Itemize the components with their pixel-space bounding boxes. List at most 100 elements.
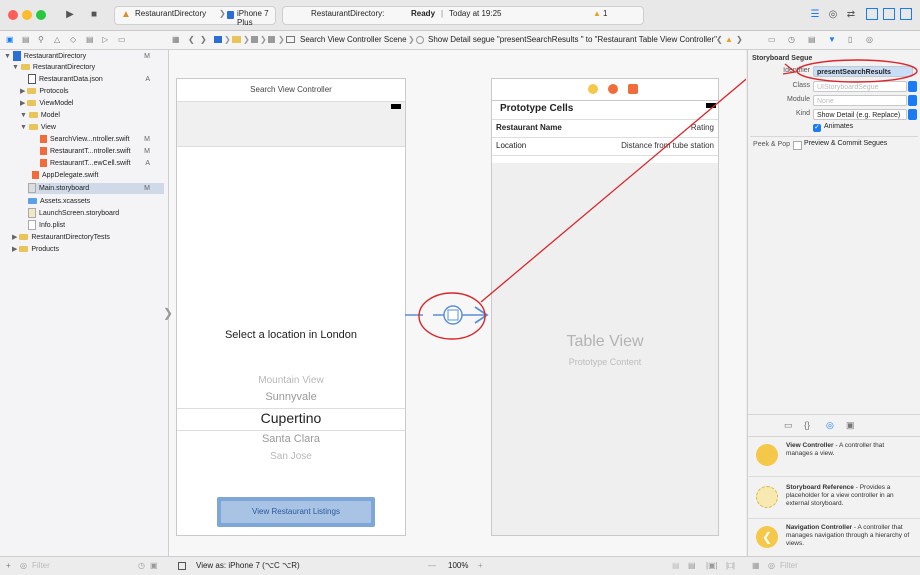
zoom-level[interactable]: 100% [448,560,468,572]
kind-select[interactable]: Show Detail (e.g. Replace) [813,109,907,120]
navigator-filter-input[interactable]: Filter [32,560,50,572]
view-controller-icon [756,444,778,466]
nav-item[interactable]: ▶ Protocols [20,86,164,97]
warning-icon[interactable]: ▲ [593,9,601,18]
folder-crumb-icon[interactable] [232,36,241,43]
nav-item[interactable]: RestaurantData.json A [28,74,164,85]
utilities-toggle-icon[interactable] [900,8,912,20]
scheme-selector[interactable]: ▲ RestaurantDirectory ❯ iPhone 7 Plus [114,6,276,27]
module-field[interactable]: None [813,95,907,106]
scm-filter-icon[interactable]: ▣ [150,560,158,572]
zoom-out-button[interactable]: — [428,560,436,572]
jump-bar: ▣ ▤ ⚲ △ ◇ ▤ ▷ ▭ ▦ ❮ ❯ ❯ ❯ ❯ ❯ Search Vie… [0,31,920,50]
project-crumb-icon[interactable] [214,36,222,43]
version-editor-icon[interactable]: ⇄ [844,8,858,22]
navigation-controller-icon: ❮ [756,526,778,548]
minimize-window-button[interactable] [22,10,32,20]
file-crumb-icon[interactable] [268,36,275,43]
nav-item-label: SearchView...ntroller.swift [50,136,130,143]
debug-navigator-icon[interactable]: ▤ [86,34,94,46]
nav-item-status: A [145,76,150,83]
view-as-device[interactable]: View as: iPhone 7 (⌥C ⌥R) [196,560,300,572]
zoom-window-button[interactable] [36,10,46,20]
peek-checkbox[interactable] [793,141,802,150]
close-window-button[interactable] [8,10,18,20]
chevron-right-icon: ❯ [219,9,226,18]
forward-icon[interactable]: ❯ [200,34,207,46]
grid-view-icon[interactable]: ▦ [752,560,760,572]
nav-item[interactable]: ▶ Products [12,244,164,255]
symbol-navigator-icon[interactable]: ▤ [22,34,30,46]
library-filter-input[interactable]: Filter [780,560,798,572]
identity-inspector-icon[interactable]: ▤ [808,34,816,46]
nav-item-label: Model [40,112,60,119]
nav-item[interactable]: SearchView...ntroller.swift M [40,134,164,145]
nav-item-status: M [144,53,150,60]
nav-item[interactable]: RestaurantT...ewCell.swift A [40,158,164,169]
nav-item[interactable]: ▶ RestaurantDirectoryTests [12,232,164,243]
breadcrumb-scene[interactable]: Search View Controller Scene [300,34,407,46]
stack-icon[interactable]: ▤ [688,560,696,572]
back-icon[interactable]: ❮ [188,34,195,46]
nav-item-label: RestaurantDirectory [32,64,96,71]
update-frames-icon[interactable]: ▤ [672,560,680,572]
pin-icon[interactable]: |□| [726,560,735,572]
kind-dropdown-icon[interactable] [908,109,917,120]
library-item-text: Storyboard Reference - Provides a placeh… [786,484,894,507]
library-filter-icon: ◎ [768,561,775,570]
issue-warning-icon[interactable]: ▲ [725,34,733,46]
file-template-icon[interactable]: ▭ [784,420,793,431]
document-outline-toggle-icon[interactable] [178,562,186,570]
module-dropdown-icon[interactable] [908,95,917,106]
media-library-icon[interactable]: ▣ [846,420,855,431]
add-file-icon[interactable]: + [6,560,11,572]
animates-checkbox[interactable]: ✓ [813,124,821,132]
align-icon[interactable]: |▣| [706,560,718,572]
code-snippet-icon[interactable]: {} [804,420,810,430]
issue-navigator-icon[interactable]: △ [54,34,60,46]
test-navigator-icon[interactable]: ◇ [70,34,76,46]
object-library-icon[interactable]: ◎ [826,420,834,431]
nav-item[interactable]: Info.plist [28,220,164,231]
storyboard-canvas[interactable]: Search View Controller Select a location… [163,50,746,556]
stop-icon[interactable]: ■ [88,8,100,22]
project-navigator-icon[interactable]: ▣ [6,34,14,46]
nav-item[interactable]: ▶ ViewModel [20,98,164,109]
animates-label: Animates [824,123,854,130]
attributes-inspector-icon[interactable]: ▼ [828,34,836,46]
storyboard-crumb-icon[interactable] [251,36,258,43]
zoom-in-button[interactable]: + [478,560,483,572]
nav-item[interactable]: ▼ RestaurantDirectory [12,62,164,73]
nav-item-status: M [144,185,150,192]
nav-item[interactable]: ▼ RestaurantDirectory M [4,51,164,62]
next-issue-icon[interactable]: ❯ [736,34,743,46]
recent-files-icon[interactable]: ◷ [138,560,145,572]
standard-editor-icon[interactable]: ☰ [808,8,822,22]
nav-item[interactable]: Assets.xcassets [28,196,164,207]
nav-item[interactable]: LaunchScreen.storyboard [28,208,164,219]
nav-item[interactable]: ▼ Model [20,110,164,121]
segue-icon[interactable] [443,305,463,325]
related-items-icon[interactable]: ▦ [172,34,180,46]
peek-value: Preview & Commit Segues [804,140,888,147]
debug-toggle-icon[interactable] [883,8,895,20]
nav-item[interactable]: ▼ View [20,122,164,133]
history-inspector-icon[interactable]: ◷ [788,34,795,46]
report-navigator-icon[interactable]: ▭ [118,34,126,46]
size-inspector-icon[interactable]: ▯ [848,34,852,46]
navigator-toggle-icon[interactable] [866,8,878,20]
nav-item[interactable]: AppDelegate.swift [32,170,164,181]
breadcrumb-segue[interactable]: Show Detail segue "presentSearchResults … [428,34,717,46]
nav-item[interactable]: RestaurantT...ntroller.swift M [40,146,164,157]
run-icon[interactable]: ▶ [64,8,76,22]
find-navigator-icon[interactable]: ⚲ [38,34,44,46]
nav-item-selected[interactable]: Main.storyboard M [28,183,164,194]
connections-inspector-icon[interactable]: ◎ [866,34,873,46]
previous-issue-icon[interactable]: ❮ [716,34,723,46]
library-item-text: Navigation Controller - A controller tha… [786,524,910,547]
annotation-arrowhead [782,63,797,75]
breakpoint-navigator-icon[interactable]: ▷ [102,34,108,46]
assistant-editor-icon[interactable]: ◎ [826,8,840,22]
status-time: Today at 19:25 [449,9,502,18]
file-inspector-icon[interactable]: ▭ [768,34,776,46]
